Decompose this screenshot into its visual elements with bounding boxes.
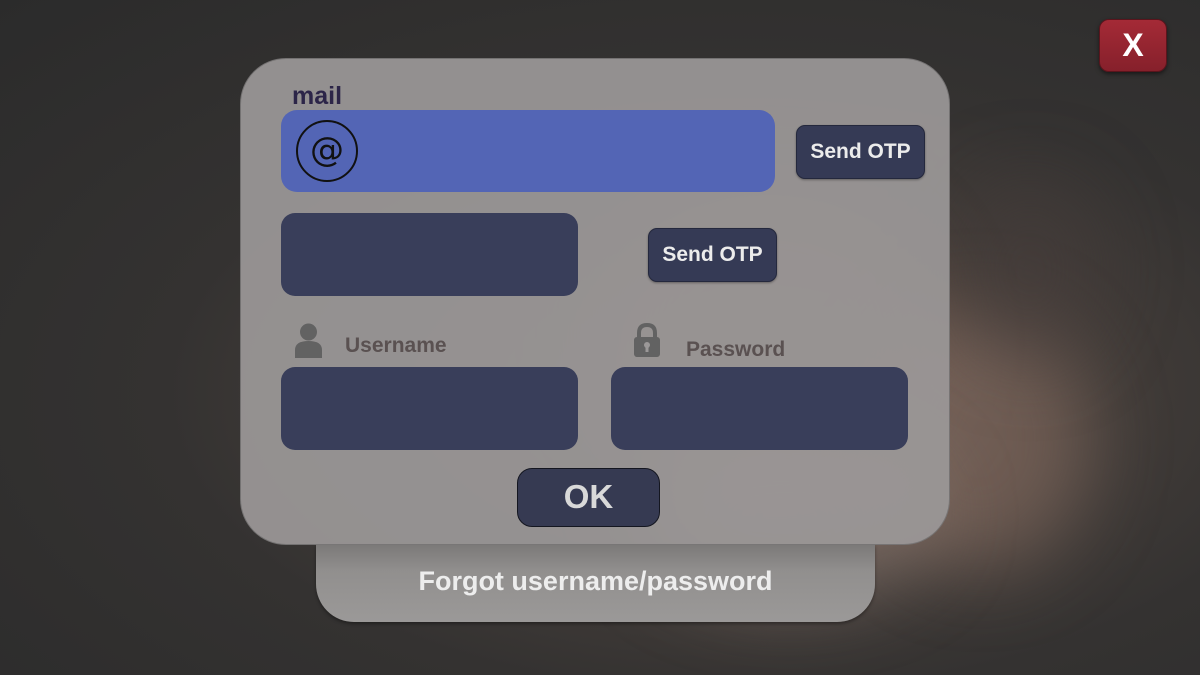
forgot-credentials-link[interactable]: Forgot username/password bbox=[316, 544, 875, 622]
lock-icon bbox=[634, 323, 660, 357]
at-sign-icon: @ bbox=[296, 120, 358, 182]
mail-label: mail bbox=[292, 82, 343, 110]
background-blur-shape bbox=[960, 180, 1100, 360]
close-button[interactable]: X bbox=[1099, 19, 1167, 72]
mail-field[interactable]: @ bbox=[281, 110, 775, 192]
ok-button[interactable]: OK bbox=[517, 468, 660, 527]
user-icon bbox=[295, 323, 322, 358]
send-otp-mail-button[interactable]: Send OTP bbox=[796, 125, 925, 179]
password-label: Password bbox=[686, 338, 786, 361]
username-input[interactable] bbox=[281, 367, 578, 450]
password-input[interactable] bbox=[611, 367, 908, 450]
send-otp-button[interactable]: Send OTP bbox=[648, 228, 777, 282]
otp-input[interactable] bbox=[281, 213, 578, 296]
login-screen: X Forgot username/password mail @ Send O… bbox=[0, 0, 1200, 675]
forgot-credentials-label: Forgot username/password bbox=[418, 566, 773, 596]
username-label: Username bbox=[345, 334, 447, 357]
